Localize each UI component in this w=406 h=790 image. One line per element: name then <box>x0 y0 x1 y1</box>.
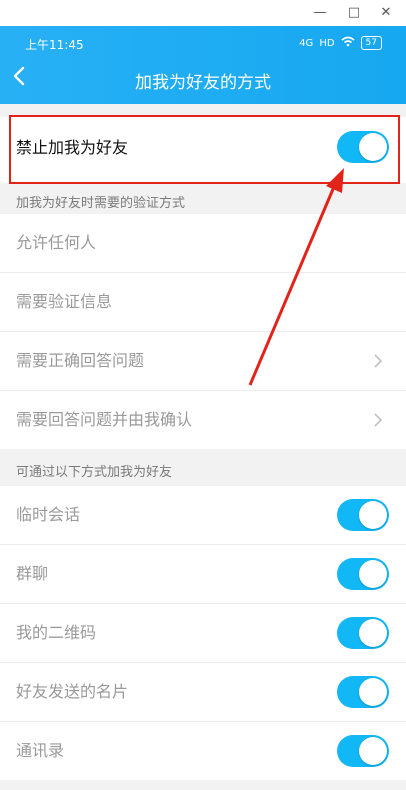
chevron-right-icon <box>374 413 383 427</box>
add-ways-list: 临时会话 群聊 我的二维码 好友发送的名片 通讯录 <box>0 486 406 780</box>
minimize-button[interactable]: — <box>310 3 330 23</box>
ways-caption: 可通过以下方式加我为好友 <box>16 465 173 480</box>
window-titlebar: — □ ✕ <box>0 0 406 27</box>
verify-option-answer-confirm[interactable]: 需要回答问题并由我确认 <box>0 391 406 449</box>
option-label: 允许任何人 <box>16 233 97 252</box>
signal-icon: 4G <box>299 37 314 49</box>
signal-hd-icon: HD <box>319 37 335 49</box>
way-qr-code: 我的二维码 <box>0 604 406 663</box>
way-toggle[interactable] <box>337 676 389 708</box>
battery-icon: 57 <box>360 36 382 50</box>
way-toggle[interactable] <box>337 558 389 590</box>
way-toggle[interactable] <box>337 617 389 649</box>
maximize-button[interactable]: □ <box>344 3 364 23</box>
verify-option-anyone[interactable]: 允许任何人 <box>0 214 406 273</box>
verify-caption: 加我为好友时需要的验证方式 <box>16 196 186 211</box>
wifi-icon <box>341 36 355 50</box>
way-label: 群聊 <box>16 564 49 583</box>
chevron-right-icon <box>374 354 383 368</box>
way-contacts: 通讯录 <box>0 722 406 780</box>
verify-option-message[interactable]: 需要验证信息 <box>0 273 406 332</box>
way-toggle[interactable] <box>337 499 389 531</box>
way-card: 好友发送的名片 <box>0 663 406 722</box>
status-time: 上午11:45 <box>25 38 84 52</box>
option-label: 需要回答问题并由我确认 <box>16 410 193 429</box>
verify-option-answer[interactable]: 需要正确回答问题 <box>0 332 406 391</box>
way-label: 临时会话 <box>16 505 81 524</box>
way-temp-chat: 临时会话 <box>0 486 406 545</box>
way-label: 通讯录 <box>16 741 65 760</box>
way-label: 我的二维码 <box>16 623 97 642</box>
highlight-box <box>9 115 400 184</box>
status-icons: 4G HD 57 <box>299 36 382 50</box>
close-button[interactable]: ✕ <box>376 3 396 23</box>
way-label: 好友发送的名片 <box>16 682 129 701</box>
option-label: 需要验证信息 <box>16 292 113 311</box>
option-label: 需要正确回答问题 <box>16 351 145 370</box>
app-header: 上午11:45 4G HD 57 加我为好友的方式 <box>0 26 406 104</box>
way-toggle[interactable] <box>337 735 389 767</box>
page-title: 加我为好友的方式 <box>135 73 271 93</box>
verify-options-list: 允许任何人 需要验证信息 需要正确回答问题 需要回答问题并由我确认 <box>0 214 406 449</box>
way-group-chat: 群聊 <box>0 545 406 604</box>
